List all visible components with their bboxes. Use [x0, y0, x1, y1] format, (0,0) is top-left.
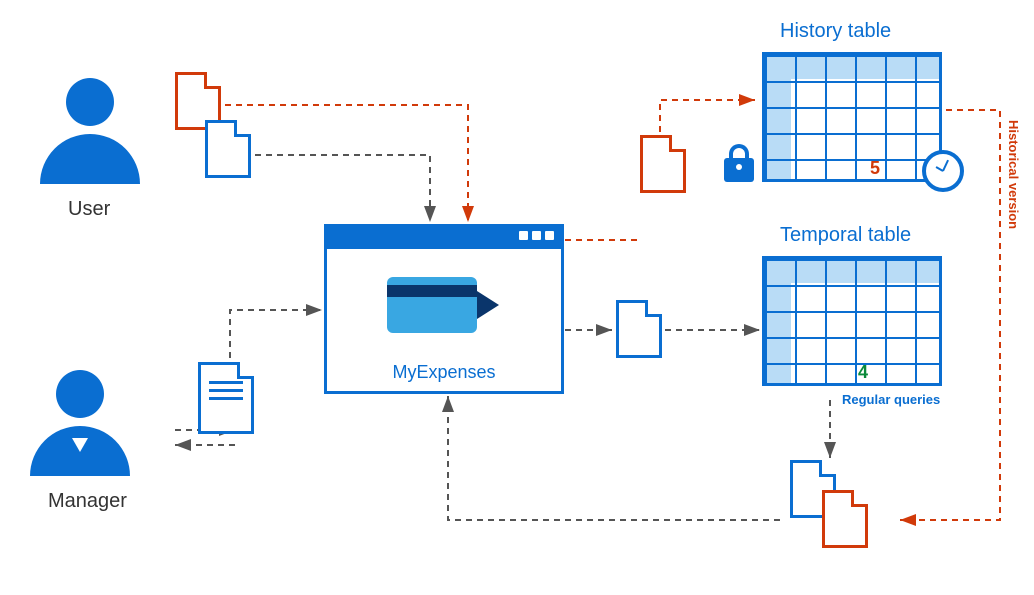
- user-actor: [40, 78, 140, 184]
- user-doc-blue: [205, 120, 251, 178]
- temporal-input-doc: [616, 300, 662, 358]
- result-doc-orange: [822, 490, 868, 548]
- app-caption: MyExpenses: [327, 362, 561, 383]
- regular-queries-label: Regular queries: [842, 392, 940, 407]
- temporal-marker: 4: [858, 362, 868, 383]
- historical-version-label: Historical version: [1006, 120, 1021, 229]
- lock-icon: [724, 144, 754, 188]
- diagram-stage: { "actors": { "user": { "label": "User" …: [0, 0, 1034, 595]
- history-input-doc: [640, 135, 686, 193]
- history-table-title: History table: [780, 20, 891, 43]
- clock-icon: [922, 150, 964, 192]
- user-label: User: [68, 198, 110, 221]
- temporal-table: [762, 256, 942, 386]
- arrow-icon: [477, 291, 499, 319]
- history-table: [762, 52, 942, 182]
- window-titlebar: [327, 227, 561, 249]
- manager-doc: [198, 362, 254, 434]
- temporal-table-title: Temporal table: [780, 224, 911, 247]
- manager-label: Manager: [48, 490, 127, 513]
- history-marker: 5: [870, 158, 880, 179]
- credit-card-icon: [387, 277, 477, 333]
- myexpenses-app-window: MyExpenses: [324, 224, 564, 394]
- manager-actor: [30, 370, 130, 476]
